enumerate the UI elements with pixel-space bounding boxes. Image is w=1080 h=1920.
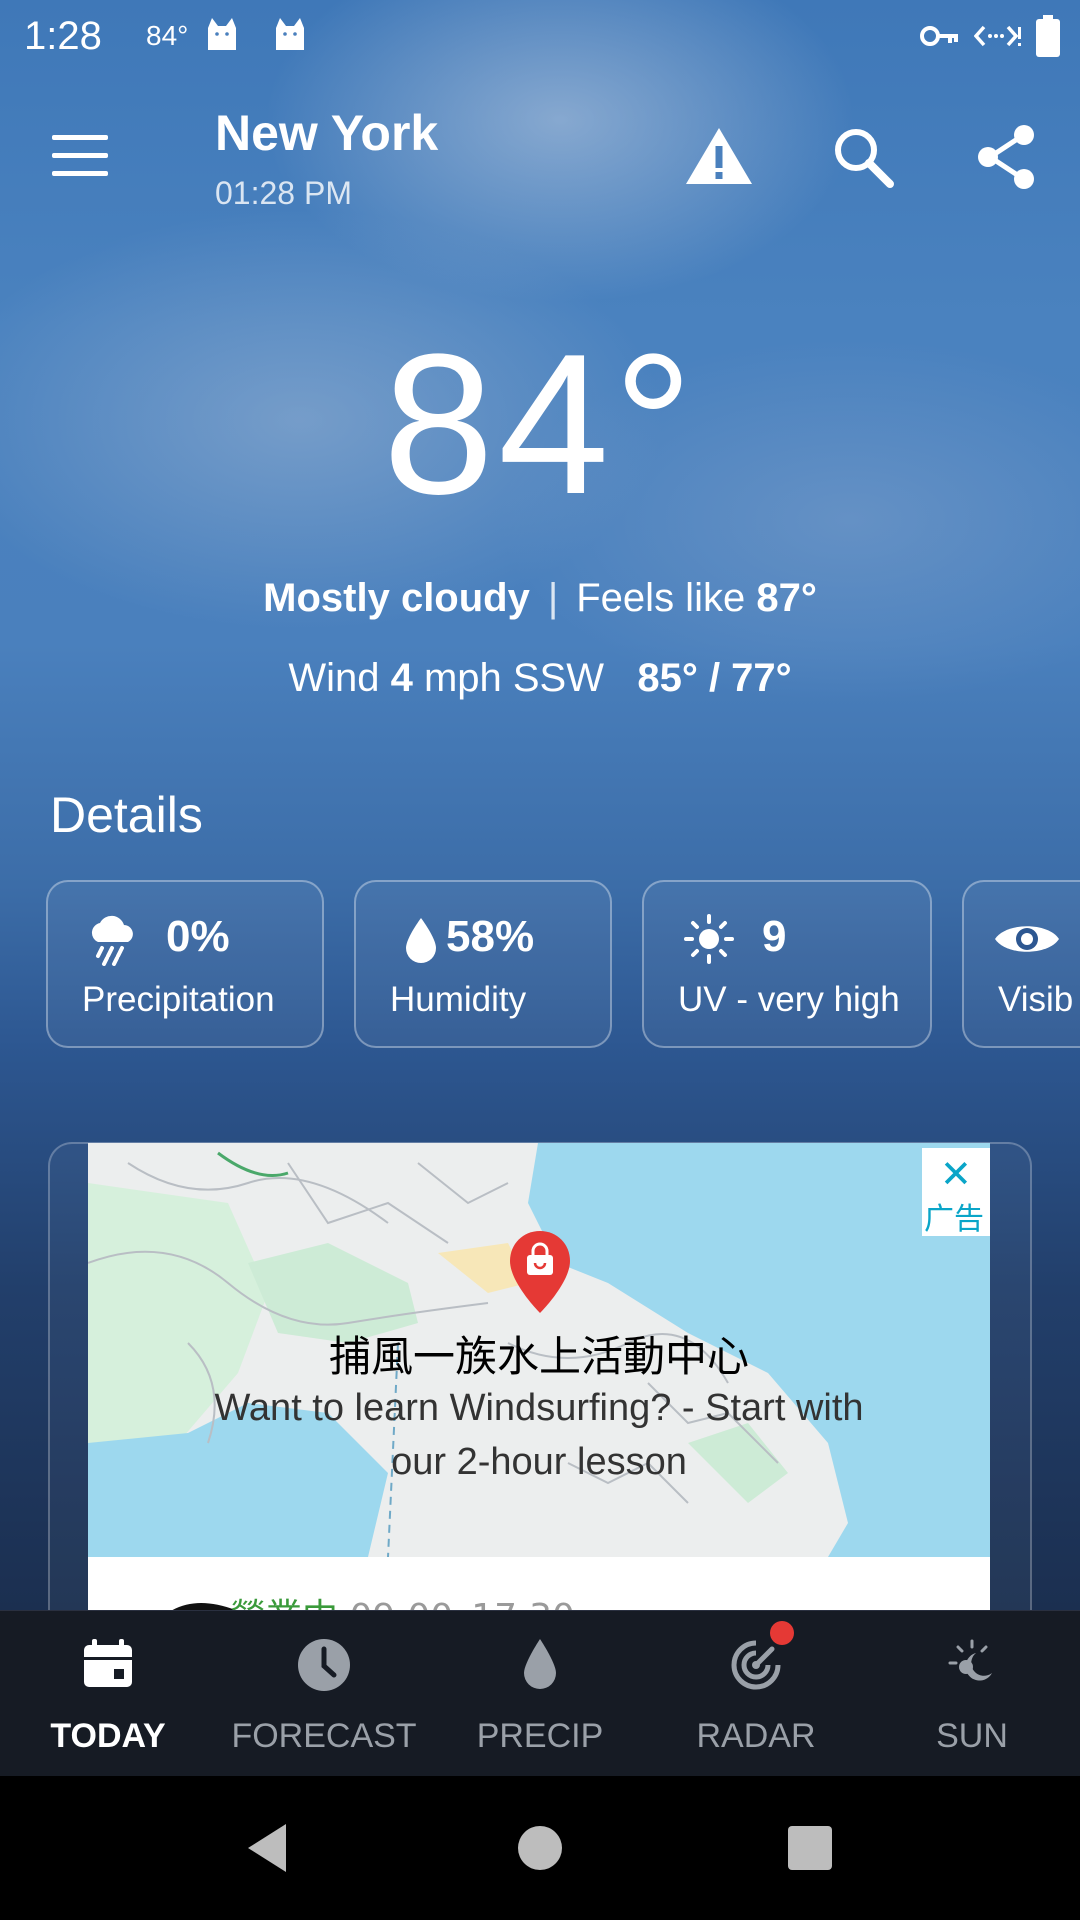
status-bar: 1:28 84° (0, 0, 1080, 72)
uv-value: 9 (762, 912, 787, 961)
nav-forecast[interactable]: FORECAST (216, 1611, 432, 1777)
radar-notification-dot (770, 1621, 794, 1645)
nav-sun-label: SUN (936, 1717, 1008, 1755)
current-temperature: 84° (382, 313, 698, 536)
nav-forecast-label: FORECAST (231, 1717, 417, 1755)
cat-notification-icon (276, 18, 304, 50)
ad-title[interactable]: 捕風一族水上活動中心 (88, 1323, 990, 1384)
nav-precip-label: PRECIP (476, 1717, 604, 1755)
ad-tag: 广告 (924, 1202, 984, 1237)
separator: | (547, 576, 559, 620)
eye-icon (995, 926, 1059, 952)
nav-radar-label: RADAR (696, 1717, 816, 1755)
weather-screen: 1:28 84° New York 01:28 PM 84° Mostly cl… (0, 0, 1080, 1610)
status-time: 1:28 (24, 14, 102, 58)
nav-radar[interactable]: RADAR (648, 1611, 864, 1777)
vpn-key-icon (920, 26, 958, 46)
home-icon[interactable] (510, 1818, 570, 1878)
local-time: 01:28 PM (215, 175, 352, 211)
details-title: Details (50, 787, 203, 843)
status-icons (920, 14, 1060, 58)
droplet-icon (406, 918, 436, 963)
close-icon: ✕ (940, 1154, 972, 1196)
alert-icon[interactable] (684, 122, 754, 192)
map-pin-icon (510, 1231, 570, 1313)
back-icon[interactable] (238, 1818, 298, 1878)
ad-description[interactable]: Want to learn Windsurfing? - Start with … (88, 1381, 990, 1489)
humidity-label: Humidity (390, 980, 527, 1019)
uv-label: UV - very high (678, 980, 900, 1019)
menu-button[interactable] (52, 135, 110, 177)
feels-like-label: Feels like (576, 576, 746, 620)
system-navigation-bar (0, 1776, 1080, 1920)
wind-label: Wind (288, 656, 380, 700)
city-name[interactable]: New York (215, 104, 438, 162)
feels-like-value: 87° (756, 576, 817, 620)
droplet-icon (524, 1639, 556, 1689)
data-transfer-icon (974, 25, 1021, 47)
search-icon[interactable] (828, 122, 898, 192)
ad-hours-value: 09:00–17:30 (349, 1597, 575, 1610)
bottom-navigation: TODAY FORECAST PRECIP RADAR SUN (0, 1610, 1080, 1776)
wind-speed: 4 (390, 656, 413, 700)
recents-icon[interactable] (780, 1818, 840, 1878)
humidity-value: 58% (446, 912, 535, 961)
sun-icon (684, 914, 734, 964)
wind-unit-direction: mph SSW (423, 656, 604, 700)
nav-sun[interactable]: SUN (864, 1611, 1080, 1777)
condition-text: Mostly cloudy (263, 576, 530, 620)
rain-cloud-icon (91, 915, 133, 966)
humidity-card[interactable]: 58% Humidity (354, 880, 612, 1048)
condition-line: Mostly cloudy | Feels like 87° (0, 576, 1080, 621)
ad-description-line1: Want to learn Windsurfing? - Start with (214, 1387, 864, 1429)
ad-hours: 營業中 09:00–17:30 (230, 1588, 575, 1610)
nav-today-label: TODAY (50, 1717, 166, 1755)
uv-card[interactable]: 9 UV - very high (642, 880, 932, 1048)
ad-map[interactable]: 捕風一族水上活動中心 Want to learn Windsurfing? - … (88, 1143, 990, 1557)
visibility-label: Visib (998, 980, 1074, 1019)
nav-today[interactable]: TODAY (0, 1611, 216, 1777)
battery-icon (1036, 15, 1060, 57)
calendar-icon (84, 1639, 132, 1687)
visibility-card[interactable]: Visib (962, 880, 1080, 1048)
ad-close-button[interactable]: ✕ 广告 (922, 1148, 990, 1237)
status-temp: 84° (146, 20, 189, 51)
clock-icon (298, 1639, 350, 1691)
ad-open-status: 營業中 (230, 1597, 338, 1610)
high-low: 85° / 77° (637, 656, 792, 700)
sun-moon-icon (948, 1639, 992, 1681)
precipitation-label: Precipitation (82, 980, 275, 1019)
share-icon[interactable] (972, 122, 1042, 192)
wind-line: Wind 4 mph SSW 85° / 77° (0, 656, 1080, 701)
precipitation-value: 0% (166, 912, 230, 961)
ad-description-line2: our 2-hour lesson (391, 1441, 687, 1483)
precipitation-card[interactable]: 0% Precipitation (46, 880, 324, 1048)
nav-precip[interactable]: PRECIP (432, 1611, 648, 1777)
cat-notification-icon (208, 18, 236, 50)
